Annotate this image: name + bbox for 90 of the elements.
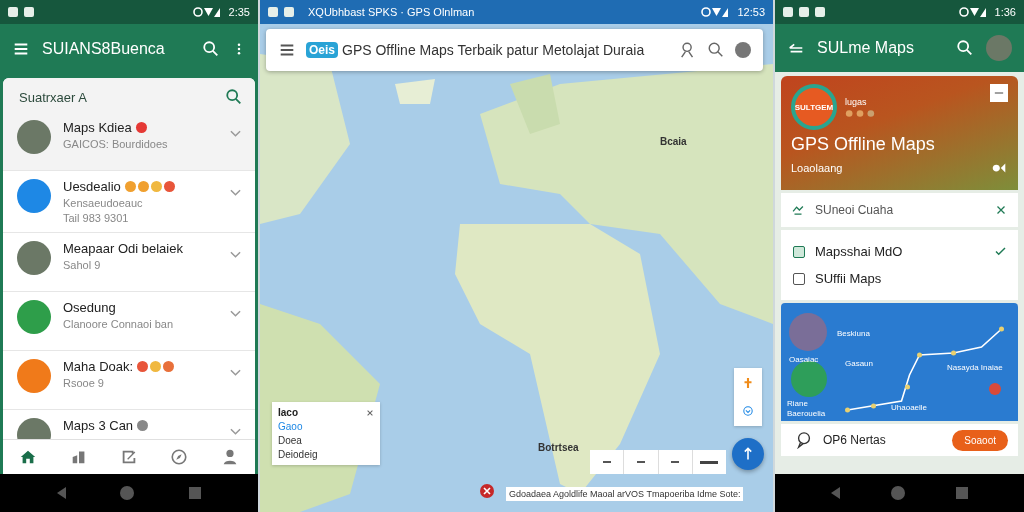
status-title: XQUbhbast SPKS · GPS Olnlman: [308, 6, 475, 18]
chat-icon: [795, 431, 813, 449]
chevron-icon[interactable]: [230, 251, 241, 259]
popup-option[interactable]: Gaoo: [278, 421, 374, 432]
search-bar[interactable]: Oeis GPS Offline Maps Terbaik patur Metolajat Duraia: [266, 29, 763, 71]
photo-placeholder: [17, 241, 51, 275]
search-field[interactable]: SUneoi Cuaha: [781, 193, 1018, 227]
app-title: SULme Maps: [817, 39, 915, 57]
map-label: Botrtsea: [538, 442, 579, 453]
contact-item[interactable]: Maha Doak: Rsooe 9: [3, 351, 255, 410]
photo-placeholder: [17, 120, 51, 154]
popup-title: Iaco: [278, 407, 298, 418]
back-icon[interactable]: [57, 487, 67, 499]
item-subtitle: Sahol 9: [63, 259, 102, 271]
contact-item[interactable]: Osedung Clanoore Connaoi ban: [3, 292, 255, 351]
chevron-icon[interactable]: [230, 189, 241, 197]
status-time: 1:36: [994, 6, 1016, 18]
close-icon[interactable]: [366, 408, 374, 417]
rating-dots-icon: [845, 108, 875, 118]
avatar-icon[interactable]: [735, 42, 751, 58]
app-logo: Oeis: [306, 42, 338, 58]
card-title: GPS Offline Maps: [791, 134, 936, 155]
recents-icon[interactable]: [956, 487, 969, 499]
route-icon: [791, 203, 805, 217]
option-label: SUffii Maps: [815, 271, 883, 286]
item-subtitle: Clanoore Connaoi ban: [63, 318, 175, 330]
search-title: GPS Offline Maps Terbaik patur Metolajat Duraia: [342, 42, 646, 58]
item-title: Maps 3 Can: [63, 418, 134, 433]
chevron-icon[interactable]: [230, 428, 241, 436]
app-card[interactable]: SULTGEM lugas GPS Offline Maps Loaolaang: [781, 76, 1018, 190]
item-subtitle: Kensaeudoeauc: [63, 197, 144, 209]
expand-button[interactable]: [990, 84, 1008, 102]
search-icon[interactable]: [956, 39, 974, 57]
contact-item[interactable]: Maps Kdiea GAICOS: Bourdidoes: [3, 112, 255, 171]
list-header: Suatrxaer A: [19, 89, 87, 105]
route-map-card[interactable]: Beskiuna Oasaiac Gasaun Nasayda Inaiae Riane Baerouelia Uhaoaelle: [781, 303, 1018, 421]
locate-icon[interactable]: [741, 404, 755, 418]
option-row[interactable]: Mapsshai MdO: [793, 244, 1006, 259]
option-row[interactable]: SUffii Maps: [793, 271, 1006, 286]
map-label: Gasaun: [845, 359, 874, 368]
home-button-icon[interactable]: [891, 486, 905, 500]
status-time: 12:53: [737, 6, 765, 18]
bottom-label: OP6 Nertas: [823, 433, 886, 447]
map-label: Bcaia: [660, 136, 687, 147]
map-label: Beskiuna: [837, 329, 870, 338]
app-logo: SULTGEM: [791, 84, 837, 130]
map-label: Oasaiac: [789, 355, 819, 364]
item-title: Uesdealio: [63, 179, 121, 194]
card-tag: lugas: [845, 96, 875, 107]
checkbox[interactable]: [793, 245, 805, 258]
app-title: SUIANS8Buenca: [42, 40, 166, 58]
chevron-icon[interactable]: [230, 369, 241, 377]
search-icon[interactable]: [202, 40, 220, 58]
compass-icon[interactable]: [170, 448, 189, 466]
chevron-icon[interactable]: [230, 130, 241, 138]
map-label: Baerouelia: [787, 409, 826, 418]
recents-icon[interactable]: [188, 487, 201, 499]
popup-option[interactable]: Deiodeig: [278, 449, 374, 460]
signal-icon: [958, 6, 989, 18]
minus-icon: [994, 90, 1004, 96]
search-icon[interactable]: [707, 41, 725, 59]
popup-option[interactable]: Doea: [278, 435, 374, 446]
item-title: Osedung: [63, 300, 116, 315]
status-time: 2:35: [228, 6, 250, 18]
option-label: Mapsshai MdO: [815, 244, 904, 259]
back-icon[interactable]: [830, 487, 840, 499]
map-label: Riane: [787, 399, 808, 408]
item-title: Meapaar Odi belaiek: [63, 241, 183, 256]
signal-icon: [192, 6, 223, 18]
home-icon[interactable]: [19, 448, 38, 466]
chevron-icon[interactable]: [230, 310, 241, 318]
contact-item[interactable]: Uesdealio Kensaeudoeauc Tail 983 9301: [3, 171, 255, 233]
home-button-icon[interactable]: [120, 486, 135, 500]
place-icon: [791, 361, 827, 397]
map-attribution: Gdoadaea Agoldlife Maoal arVOS Tmapoeriba Idme Sote:: [506, 487, 744, 501]
card-subtitle: Loaolaang: [791, 162, 843, 174]
item-title: Maps Kdiea: [63, 120, 132, 135]
item-title: Maha Doak:: [63, 359, 134, 374]
map-label: Uhaoaelle: [891, 403, 928, 412]
contact-item[interactable]: Meapaar Odi belaiek Sahol 9: [3, 233, 255, 292]
map-label: Nasayda Inaiae: [947, 363, 1003, 372]
search-icon[interactable]: [225, 88, 243, 106]
marker-icon: [989, 383, 1001, 395]
item-subtitle: GAICOS: Bourdidoes: [63, 138, 169, 150]
photo-placeholder: [789, 313, 827, 351]
item-subtitle: Tail 983 9301: [63, 212, 130, 224]
marker-icon[interactable]: [480, 484, 494, 498]
checkbox[interactable]: [793, 272, 805, 285]
check-icon: [995, 247, 1006, 256]
item-subtitle: Rsooe 9: [63, 377, 105, 389]
